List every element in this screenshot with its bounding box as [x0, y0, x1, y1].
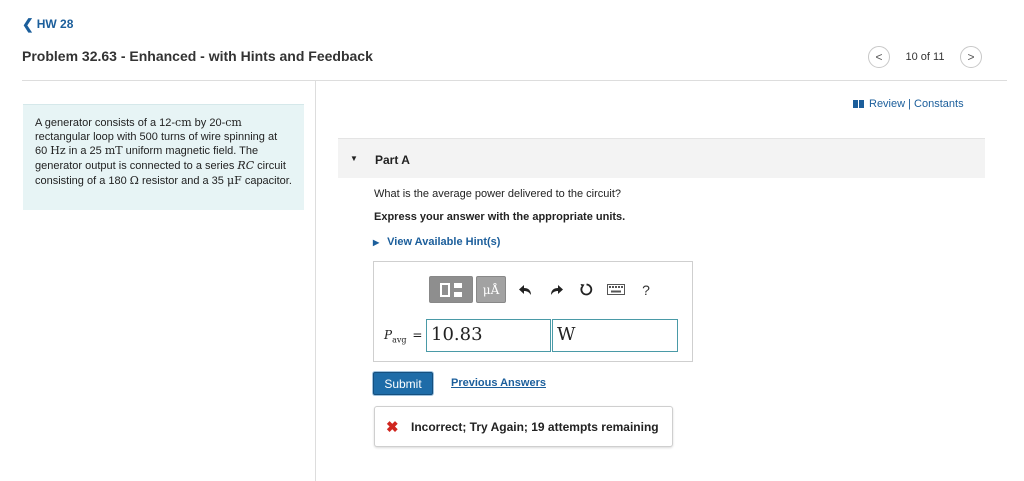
header-divider — [22, 80, 1007, 81]
template-button[interactable] — [429, 276, 473, 303]
back-link-label: HW 28 — [36, 17, 74, 31]
part-a-header[interactable]: ▼ Part A — [338, 138, 985, 178]
answer-variable-label: Pavg = — [384, 328, 422, 344]
view-hints-link[interactable]: ▶ View Available Hint(s) — [373, 236, 500, 248]
answer-value-field[interactable]: 10.83 — [426, 319, 551, 352]
variable-subscript: avg — [392, 335, 407, 345]
unit-microfarad: μF — [226, 173, 242, 187]
unit-mt: mT — [104, 144, 123, 158]
undo-icon — [519, 284, 531, 295]
x-icon: ✖ — [386, 418, 399, 436]
keyboard-icon — [607, 284, 625, 295]
help-icon: ? — [642, 281, 650, 298]
unit-hz: Hz — [50, 144, 66, 158]
problem-text: by 20- — [191, 117, 226, 129]
problem-text: A generator consists of a 12- — [35, 117, 176, 129]
next-problem-button[interactable]: > — [960, 46, 982, 68]
problem-pager: < 10 of 11 > — [868, 46, 982, 68]
redo-icon — [551, 284, 563, 295]
chevron-left-icon: < — [875, 50, 883, 64]
answer-box: μÅ ? Pavg = 10.83 W — [373, 261, 693, 362]
problem-statement: A generator consists of a 12-cm by 20-cm… — [23, 104, 304, 210]
unit-cm: cm — [225, 116, 242, 129]
chevron-left-icon: ❮ — [22, 16, 34, 32]
problem-text: resistor and a 35 — [138, 174, 227, 187]
hints-label: View Available Hint(s) — [387, 236, 501, 248]
rc-symbol: RC — [237, 159, 255, 173]
back-to-assignment-link[interactable]: ❮ HW 28 — [22, 17, 73, 31]
help-button[interactable]: ? — [631, 276, 661, 303]
book-icon — [853, 100, 864, 108]
answer-unit-field[interactable]: W — [552, 319, 678, 352]
previous-answers-link[interactable]: Previous Answers — [451, 377, 546, 389]
review-constants-link[interactable]: Review | Constants — [853, 98, 964, 110]
problem-text: capacitor. — [241, 174, 292, 187]
part-label: Part A — [375, 153, 410, 167]
undo-button[interactable] — [511, 276, 541, 303]
caret-down-icon[interactable]: ▼ — [350, 154, 358, 163]
equals-sign: = — [412, 328, 423, 342]
caret-right-icon: ▶ — [373, 237, 380, 247]
units-icon: μÅ — [482, 282, 500, 297]
previous-problem-button[interactable]: < — [868, 46, 890, 68]
instruction-text: Express your answer with the appropriate… — [374, 211, 626, 223]
feedback-message: Incorrect; Try Again; 19 attempts remain… — [411, 419, 659, 434]
template-icon-part — [454, 282, 462, 297]
redo-button[interactable] — [541, 276, 571, 303]
page-title: Problem 32.63 - Enhanced - with Hints an… — [22, 48, 373, 64]
units-button[interactable]: μÅ — [476, 276, 506, 303]
template-icon — [440, 282, 450, 297]
variable-symbol: P — [384, 328, 393, 342]
unit-ohm: Ω — [129, 173, 139, 187]
problem-text: in a 25 — [65, 145, 105, 158]
column-divider — [315, 81, 316, 481]
reset-button[interactable] — [571, 276, 601, 303]
pager-position: 10 of 11 — [905, 51, 945, 63]
feedback-panel: ✖ Incorrect; Try Again; 19 attempts rema… — [374, 406, 673, 447]
chevron-right-icon: > — [967, 50, 975, 64]
question-text: What is the average power delivered to t… — [374, 188, 622, 200]
reset-icon — [579, 283, 592, 296]
math-toolbar: μÅ ? — [429, 276, 661, 303]
submit-button[interactable]: Submit — [373, 372, 433, 395]
review-constants-label: Review | Constants — [869, 98, 964, 110]
keyboard-button[interactable] — [601, 276, 631, 303]
unit-cm: cm — [175, 116, 192, 129]
